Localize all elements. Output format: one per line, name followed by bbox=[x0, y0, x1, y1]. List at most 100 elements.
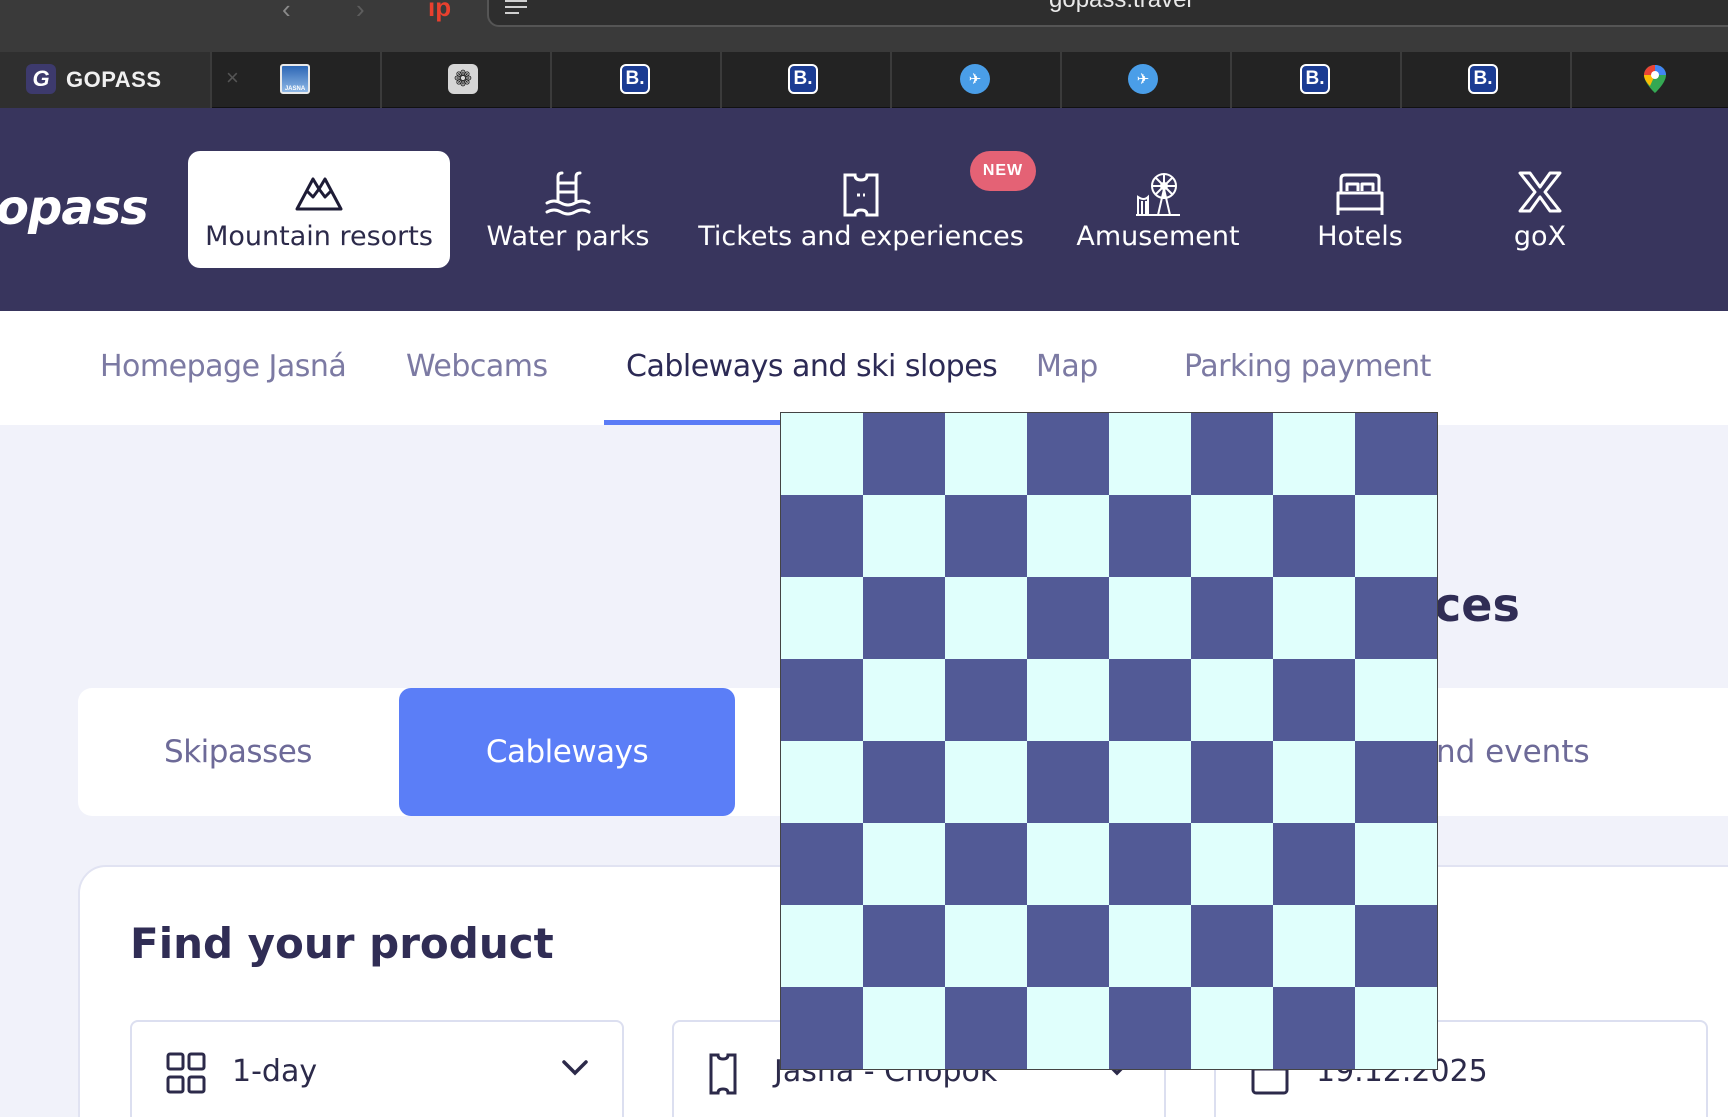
booking-icon: B. bbox=[1468, 64, 1498, 94]
new-badge: NEW bbox=[970, 151, 1036, 191]
category-hotels[interactable]: Hotels bbox=[1290, 151, 1430, 268]
checker-cell bbox=[1273, 495, 1355, 577]
subnav-map[interactable]: Map bbox=[1036, 349, 1098, 384]
finder-title: Find your product bbox=[130, 919, 554, 968]
checker-cell bbox=[945, 905, 1027, 987]
checker-cell bbox=[1355, 741, 1437, 823]
ticket-icon bbox=[708, 1052, 738, 1101]
tab-title: GOPASS bbox=[66, 67, 162, 92]
checker-cell bbox=[945, 577, 1027, 659]
segment-events[interactable]: nd events bbox=[1436, 734, 1590, 770]
category-label: Tickets and experiences bbox=[698, 221, 1024, 252]
category-label: goX bbox=[1513, 221, 1567, 252]
checker-cell bbox=[1109, 659, 1191, 741]
checker-cell bbox=[1109, 495, 1191, 577]
checker-cell bbox=[1109, 577, 1191, 659]
pool-icon bbox=[544, 171, 592, 224]
plane-icon: ✈ bbox=[960, 64, 990, 94]
url-text[interactable]: gopass.travel bbox=[1049, 0, 1192, 14]
checker-cell bbox=[1109, 905, 1191, 987]
segment-skipasses[interactable]: Skipasses bbox=[78, 688, 398, 816]
category-gox[interactable]: goX bbox=[1480, 151, 1600, 268]
tab-gopass[interactable]: G GOPASS bbox=[0, 52, 212, 108]
duration-value: 1-day bbox=[232, 1054, 318, 1089]
category-label: Amusement bbox=[1076, 221, 1240, 252]
subnav-parking[interactable]: Parking payment bbox=[1184, 349, 1431, 384]
category-label: Mountain resorts bbox=[205, 221, 433, 252]
tab-booking-1[interactable]: B. bbox=[552, 52, 722, 108]
forward-arrow-icon[interactable]: › bbox=[356, 0, 378, 24]
tab-booking-4[interactable]: B. bbox=[1402, 52, 1572, 108]
checker-cell bbox=[1191, 413, 1273, 495]
extension-icon[interactable]: ip bbox=[428, 0, 451, 23]
checker-cell bbox=[863, 823, 945, 905]
chevron-down-icon bbox=[562, 1060, 588, 1081]
subnav-cableways[interactable]: Cableways and ski slopes bbox=[626, 349, 998, 384]
checker-cell bbox=[781, 905, 863, 987]
jasna-icon: JASNA bbox=[280, 64, 310, 94]
checker-cell bbox=[1109, 741, 1191, 823]
checker-cell bbox=[863, 905, 945, 987]
reader-menu-icon[interactable] bbox=[505, 0, 527, 18]
checker-cell bbox=[1191, 987, 1273, 1069]
checker-cell bbox=[781, 741, 863, 823]
tab-maps[interactable] bbox=[1572, 52, 1728, 108]
checker-cell bbox=[1273, 577, 1355, 659]
checker-cell bbox=[1273, 741, 1355, 823]
checker-cell bbox=[781, 987, 863, 1069]
mountain-icon bbox=[295, 171, 343, 218]
gopass-logo[interactable]: opass bbox=[0, 180, 149, 236]
checker-cell bbox=[863, 987, 945, 1069]
section-title: ces bbox=[1434, 578, 1520, 632]
tab-flights-2[interactable]: ✈ bbox=[1062, 52, 1232, 108]
segment-cableways[interactable]: Cableways bbox=[399, 688, 735, 816]
checker-cell bbox=[1355, 987, 1437, 1069]
tab-flights-1[interactable]: ✈ bbox=[892, 52, 1062, 108]
address-bar[interactable]: gopass.travel bbox=[487, 0, 1728, 27]
plane-icon: ✈ bbox=[1128, 64, 1158, 94]
checker-cell bbox=[1273, 905, 1355, 987]
checker-cell bbox=[781, 413, 863, 495]
checker-cell bbox=[1027, 741, 1109, 823]
subnav-homepage[interactable]: Homepage Jasná bbox=[100, 349, 347, 384]
subnav-webcams[interactable]: Webcams bbox=[406, 349, 548, 384]
checker-cell bbox=[1355, 577, 1437, 659]
checker-cell bbox=[945, 495, 1027, 577]
checker-cell bbox=[863, 659, 945, 741]
checker-cell bbox=[863, 413, 945, 495]
checker-cell bbox=[1273, 659, 1355, 741]
checker-cell bbox=[1273, 823, 1355, 905]
checker-cell bbox=[1273, 987, 1355, 1069]
checker-cell bbox=[1109, 823, 1191, 905]
checker-cell bbox=[863, 495, 945, 577]
chatgpt-icon: ❁ bbox=[448, 64, 478, 94]
checker-cell bbox=[945, 823, 1027, 905]
checker-cell bbox=[1191, 823, 1273, 905]
browser-toolbar: ‹ › ip gopass.travel bbox=[0, 0, 1728, 52]
checker-cell bbox=[1355, 413, 1437, 495]
checker-cell bbox=[1027, 905, 1109, 987]
tab-booking-3[interactable]: B. bbox=[1232, 52, 1402, 108]
booking-icon: B. bbox=[1300, 64, 1330, 94]
grid-icon bbox=[166, 1052, 206, 1099]
duration-select[interactable]: 1-day bbox=[130, 1020, 624, 1117]
tab-booking-2[interactable]: B. bbox=[722, 52, 892, 108]
checker-cell bbox=[1027, 659, 1109, 741]
category-water-parks[interactable]: Water parks bbox=[476, 151, 660, 268]
category-mountain-resorts[interactable]: Mountain resorts bbox=[188, 151, 450, 268]
checker-cell bbox=[1191, 741, 1273, 823]
back-arrow-icon[interactable]: ‹ bbox=[282, 0, 304, 24]
category-amusement[interactable]: Amusement bbox=[1060, 151, 1256, 268]
ticket-icon bbox=[841, 171, 881, 226]
resort-subnav: Homepage Jasná Webcams Cableways and ski… bbox=[0, 311, 1728, 425]
checker-cell bbox=[945, 987, 1027, 1069]
tab-jasna[interactable]: × JASNA bbox=[212, 52, 382, 108]
tab-strip: G GOPASS × JASNA ❁ B. B. ✈ ✈ B. B. bbox=[0, 52, 1728, 108]
checker-cell bbox=[1355, 905, 1437, 987]
checker-cell bbox=[1027, 823, 1109, 905]
close-icon[interactable]: × bbox=[226, 65, 239, 91]
checker-cell bbox=[945, 741, 1027, 823]
tab-chatgpt[interactable]: ❁ bbox=[382, 52, 552, 108]
checker-cell bbox=[945, 413, 1027, 495]
checker-cell bbox=[863, 741, 945, 823]
